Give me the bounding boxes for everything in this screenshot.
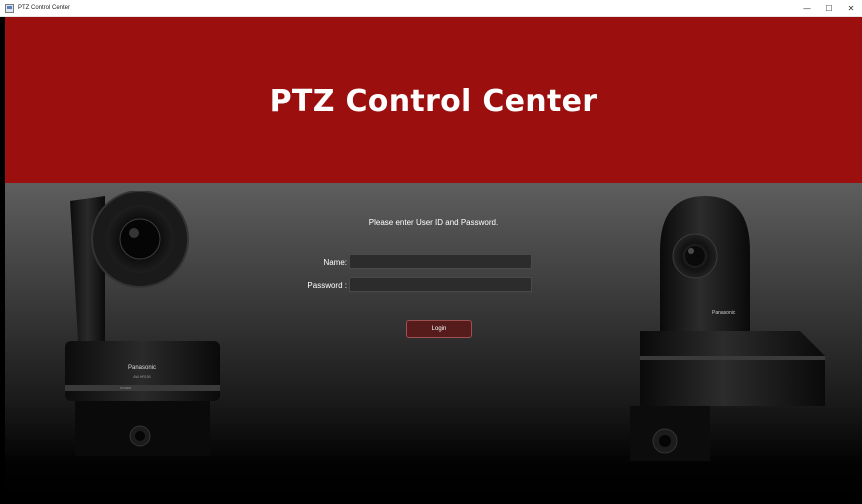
window-title-bar: PTZ Control Center — ☐ ✕ bbox=[0, 0, 862, 17]
app-icon bbox=[5, 3, 14, 13]
header-banner: PTZ Control Center bbox=[5, 17, 862, 183]
left-camera-model: AW-HR150 bbox=[133, 375, 151, 379]
login-button[interactable]: Login bbox=[406, 320, 472, 338]
window-controls: — ☐ ✕ bbox=[796, 0, 862, 17]
login-instruction: Please enter User ID and Password. bbox=[368, 218, 499, 227]
name-input[interactable] bbox=[349, 254, 532, 269]
password-label: Password : bbox=[307, 281, 347, 290]
left-camera-brand: Panasonic bbox=[128, 365, 156, 371]
name-label: Name: bbox=[323, 258, 347, 267]
right-ptz-camera-image: Panasonic bbox=[630, 196, 825, 461]
login-panel: Panasonic AW-HR150 POWER Panasonic Pleas… bbox=[5, 183, 862, 504]
right-camera-brand: Panasonic bbox=[712, 310, 736, 316]
minimize-button[interactable]: — bbox=[796, 0, 818, 17]
maximize-button[interactable]: ☐ bbox=[818, 0, 840, 17]
window-title: PTZ Control Center bbox=[18, 5, 71, 11]
close-button[interactable]: ✕ bbox=[840, 0, 862, 17]
left-ptz-camera-image: Panasonic AW-HR150 POWER bbox=[65, 191, 220, 456]
left-camera-power: POWER bbox=[120, 386, 132, 390]
password-input[interactable] bbox=[349, 277, 532, 292]
page-title: PTZ Control Center bbox=[269, 84, 598, 119]
